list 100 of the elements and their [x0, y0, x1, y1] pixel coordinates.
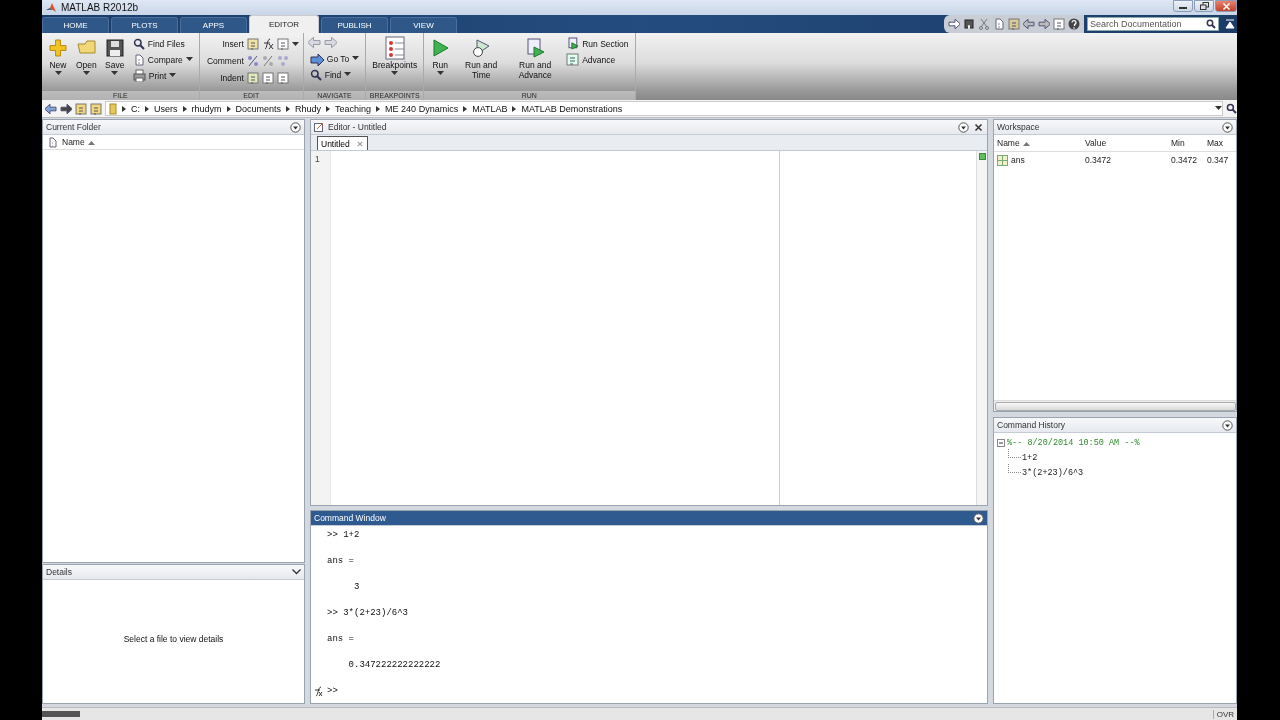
- horizontal-scrollbar[interactable]: [994, 400, 1236, 411]
- search-icon: [1206, 19, 1216, 29]
- path-segment[interactable]: Documents: [235, 103, 282, 114]
- minimize-button[interactable]: [1173, 0, 1193, 12]
- column-header[interactable]: Min: [1168, 135, 1204, 152]
- editor-icon: [314, 122, 324, 132]
- undo-icon[interactable]: [1023, 18, 1035, 30]
- ribbon-button[interactable]: Go To: [307, 51, 362, 66]
- path-segment[interactable]: C:: [131, 103, 140, 114]
- panel-title: Workspace: [997, 122, 1041, 132]
- ribbon-button[interactable]: Open: [74, 36, 99, 77]
- path-segment[interactable]: ME 240 Dynamics: [385, 103, 459, 114]
- panel-title: Editor - Untitled: [328, 122, 388, 132]
- chevron-down-icon[interactable]: [292, 569, 301, 575]
- ribbon-tab[interactable]: HOME: [42, 17, 109, 33]
- table-cell: 0.3472: [1171, 155, 1197, 165]
- path-segment[interactable]: Users: [154, 103, 178, 114]
- uncomment-icon[interactable]: [261, 55, 274, 67]
- table-cell: 0.347: [1207, 155, 1229, 165]
- search-icon[interactable]: [1226, 103, 1237, 114]
- collapse-icon[interactable]: [1222, 121, 1233, 133]
- ribbon-button[interactable]: Find: [307, 67, 362, 82]
- shortcut-icon[interactable]: [948, 18, 960, 30]
- collapse-icon[interactable]: [1222, 419, 1233, 431]
- ribbon-button[interactable]: Run Section: [564, 36, 631, 51]
- collapse-toggle-icon[interactable]: [997, 438, 1005, 447]
- smart-indent-icon[interactable]: [246, 72, 259, 84]
- back-arrow-icon[interactable]: [45, 102, 57, 115]
- command-prompt: >>: [327, 685, 338, 698]
- search-field[interactable]: Search Documentation: [1087, 17, 1219, 31]
- path-segment[interactable]: MATLAB Demonstrations: [521, 103, 623, 114]
- ribbon-tab[interactable]: PLOTS: [111, 17, 178, 33]
- details-message: Select a file to view details: [122, 634, 225, 644]
- advance-icon: [566, 53, 580, 66]
- plus-icon: [48, 38, 68, 58]
- copy-icon[interactable]: [993, 18, 1005, 30]
- collapse-icon[interactable]: [973, 512, 984, 524]
- comment-icon[interactable]: [246, 55, 259, 67]
- path-segment[interactable]: Rhudy: [295, 103, 322, 114]
- ribbon-button[interactable]: Print: [130, 68, 195, 83]
- minimize-ribbon-icon[interactable]: [1225, 19, 1235, 29]
- progress-indicator: [42, 711, 80, 717]
- close-button[interactable]: [1215, 0, 1237, 12]
- status-indicator-icon: [978, 153, 986, 160]
- ribbon-button[interactable]: Breakpoints: [370, 36, 420, 77]
- function-browser-icon[interactable]: [314, 685, 323, 697]
- command-window[interactable]: >> 1+2 ans = 3 >> 3*(2+23)/6^3 ans = 0.347222222222222 >>: [311, 522, 987, 703]
- ribbon-tab[interactable]: APPS: [180, 17, 247, 33]
- path-segment[interactable]: Teaching: [335, 103, 372, 114]
- address-bar[interactable]: C: Users rhudym Documents Rhudy Teaching ME 240 Dynamics MATLAB MATLAB Demonstrations: [105, 101, 1223, 116]
- close-icon[interactable]: [1220, 0, 1232, 12]
- path-segment[interactable]: rhudym: [191, 103, 222, 114]
- ribbon-button[interactable]: Compare: [130, 52, 195, 67]
- redo-icon[interactable]: [1038, 18, 1050, 30]
- column-header[interactable]: Name: [994, 135, 1082, 152]
- ribbon-button[interactable]: Run and Advance: [510, 36, 561, 81]
- ribbon-button[interactable]: Run and Time: [456, 36, 507, 81]
- restore-button[interactable]: [1194, 0, 1214, 12]
- ribbon-button[interactable]: Save: [102, 36, 127, 77]
- file-icon: [47, 136, 58, 148]
- window-title: MATLAB R2012b: [61, 2, 140, 13]
- chevron-icon: [512, 105, 517, 112]
- help-icon[interactable]: [1068, 18, 1080, 30]
- ribbon-button[interactable]: Advance: [564, 52, 631, 67]
- search-icon: [132, 37, 145, 50]
- forward-arrow-icon[interactable]: [60, 102, 72, 115]
- column-header[interactable]: Value: [1082, 135, 1168, 152]
- history-entry[interactable]: 3*(2+23)/6^3: [1022, 467, 1084, 478]
- ribbon-button[interactable]: New: [46, 36, 70, 77]
- history-entry[interactable]: 1+2: [1022, 452, 1038, 463]
- folder-icon: [109, 102, 117, 115]
- matrix-icon: [997, 154, 1008, 166]
- console-line: 3: [353, 581, 361, 594]
- file-tab[interactable]: Untitled: [317, 136, 368, 150]
- indent-icon[interactable]: [261, 72, 274, 84]
- outdent-icon[interactable]: [276, 72, 289, 84]
- column-header[interactable]: Name: [62, 137, 95, 147]
- ribbon-tab[interactable]: VIEW: [390, 17, 457, 33]
- function-icon[interactable]: [261, 38, 274, 50]
- ribbon-button[interactable]: Find Files: [130, 36, 195, 51]
- restore-icon: [1199, 2, 1209, 10]
- path-segment[interactable]: MATLAB: [472, 103, 508, 114]
- ribbon-label: Comment: [205, 56, 244, 66]
- chevron-icon: [182, 105, 187, 112]
- table-cell: 0.3472: [1085, 155, 1111, 165]
- column-header[interactable]: Max: [1204, 135, 1236, 152]
- close-icon[interactable]: [973, 121, 984, 133]
- collapse-icon[interactable]: [290, 121, 301, 133]
- floppy-icon[interactable]: [963, 18, 975, 30]
- search-icon: [309, 68, 322, 81]
- panel-title: Command History: [997, 420, 1067, 430]
- ribbon-tab[interactable]: EDITOR: [249, 15, 319, 33]
- document-play-icon: [566, 37, 580, 50]
- ribbon-tab[interactable]: PUBLISH: [321, 17, 388, 33]
- back-arrow-icon: [307, 36, 321, 49]
- document-play-icon: [525, 38, 546, 58]
- panel-title: Current Folder: [46, 122, 102, 132]
- history-session[interactable]: %-- 8/20/2014 10:50 AM --%: [1007, 437, 1140, 448]
- ribbon-button[interactable]: Run: [428, 36, 453, 77]
- collapse-icon[interactable]: [958, 121, 969, 133]
